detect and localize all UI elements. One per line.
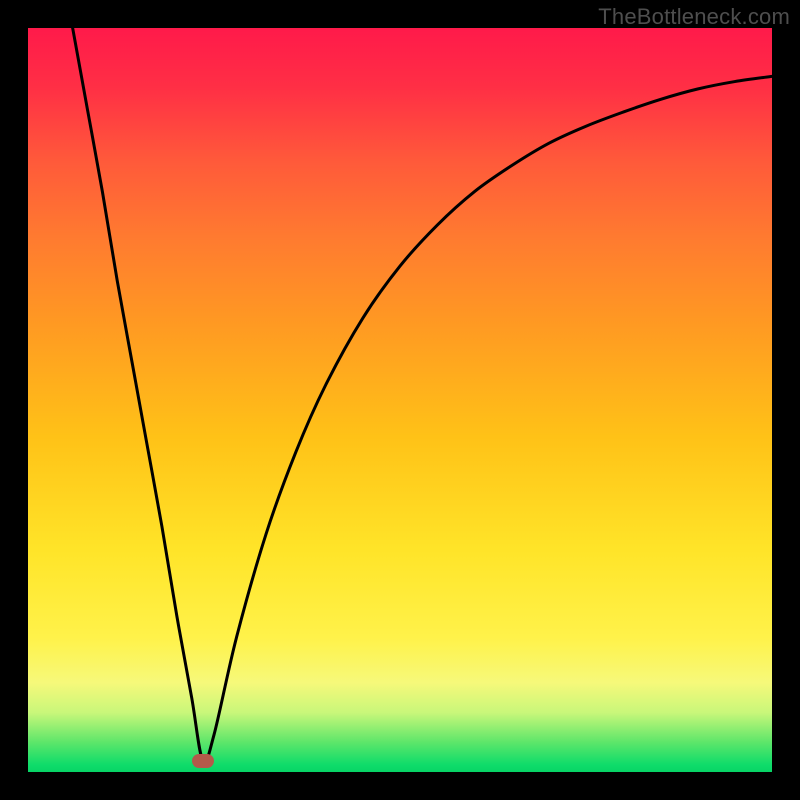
minimum-marker bbox=[192, 754, 214, 768]
watermark-text: TheBottleneck.com bbox=[598, 4, 790, 30]
chart-frame: TheBottleneck.com bbox=[0, 0, 800, 800]
curve-svg bbox=[28, 28, 772, 772]
bottleneck-curve-path bbox=[73, 28, 772, 762]
plot-area bbox=[28, 28, 772, 772]
